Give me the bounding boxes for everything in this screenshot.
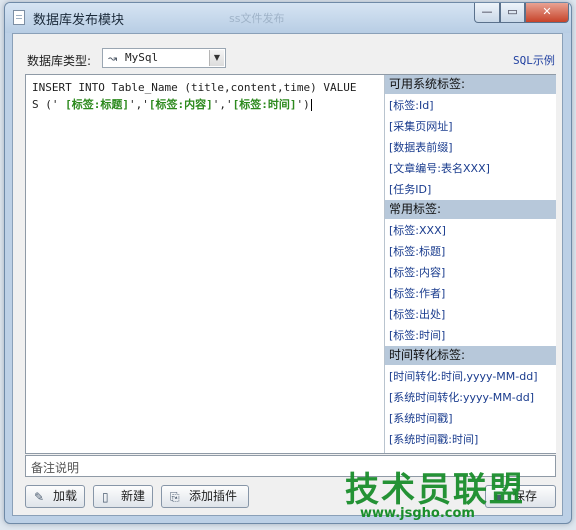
close-button[interactable]: ✕ [525, 3, 569, 23]
tag-list-item[interactable]: [任务ID] [389, 181, 431, 197]
dolphin-icon: ↝ [108, 52, 118, 65]
text-caret [310, 99, 312, 111]
tag-group-header: 常用标签: [385, 200, 556, 219]
publish-module-window: 数据库发布模块 ss文件发布 — ▭ ✕ 数据库类型: ↝ MySql ▼ SQ… [4, 2, 572, 524]
tag-list-item[interactable]: [标签:XXX] [389, 222, 446, 238]
plugin-file-icon: ⎘ [170, 490, 180, 504]
watermark-logo-text: 技术员联盟 [345, 470, 525, 510]
database-type-select[interactable]: ↝ MySql ▼ [102, 48, 226, 68]
sql-text-token: ',' [129, 98, 149, 111]
database-type-value: MySql [125, 51, 159, 64]
tag-list-item[interactable]: [标签:作者] [389, 285, 445, 301]
dropdown-arrow-icon[interactable]: ▼ [209, 50, 224, 66]
tag-list-item[interactable]: [标签:出处] [389, 306, 445, 322]
tag-list-item[interactable]: [标签:标题] [389, 243, 445, 259]
sql-text[interactable]: INSERT INTO Table_Name (title,content,ti… [32, 79, 362, 113]
maximize-button[interactable]: ▭ [500, 3, 525, 23]
watermark-url: www.jsgho.com [360, 506, 475, 521]
background-window-title: ss文件发布 [229, 12, 285, 25]
sql-tag-token: [标签:时间] [232, 98, 297, 111]
load-button-label: 加载 [53, 489, 78, 503]
tag-list-item[interactable]: [标签:内容] [389, 264, 445, 280]
tag-list-item[interactable]: [采集页网址] [389, 118, 453, 134]
sql-text-token: ',' [212, 98, 233, 111]
edit-icon: ✎ [34, 490, 45, 504]
load-button[interactable]: ✎ 加载 [25, 485, 85, 508]
window-title: 数据库发布模块 [33, 13, 125, 28]
tag-list-item[interactable]: [系统时间戳:时间] [389, 431, 478, 447]
tag-list-item[interactable]: [文章编号:表名XXX] [389, 160, 490, 176]
sql-tag-token: [标签:内容] [148, 98, 213, 111]
dialog-content: 数据库类型: ↝ MySql ▼ SQL示例 INSERT INTO Table… [12, 33, 563, 516]
tag-list-item[interactable]: [标签:时间] [389, 327, 445, 343]
database-type-label: 数据库类型: [27, 54, 92, 68]
tag-list-item[interactable]: [标签:Id] [389, 97, 434, 113]
tag-list-item[interactable]: [时间转化:时间,yyyy-MM-dd] [389, 368, 538, 384]
sql-editor[interactable]: INSERT INTO Table_Name (title,content,ti… [25, 74, 556, 454]
new-button-label: 新建 [121, 489, 146, 503]
remark-placeholder: 备注说明 [31, 461, 80, 475]
tag-list-panel[interactable]: 可用系统标签: [标签:Id] [采集页网址] [数据表前缀] [文章编号:表名XXX]… [384, 75, 556, 453]
tag-group-header: 可用系统标签: [385, 75, 556, 94]
sql-text-token: ') [296, 98, 310, 111]
sql-example-link[interactable]: SQL示例 [513, 52, 555, 68]
tag-list-item[interactable]: [系统时间戳] [389, 410, 453, 426]
title-bar[interactable]: 数据库发布模块 ss文件发布 — ▭ ✕ [5, 3, 571, 33]
tag-list-item[interactable]: [系统时间转化:yyyy-MM-dd] [389, 389, 534, 405]
sql-tag-token: [标签:标题] [65, 98, 129, 111]
add-plugin-button-label: 添加插件 [189, 489, 238, 503]
add-plugin-button[interactable]: ⎘ 添加插件 [161, 485, 249, 508]
new-button[interactable]: ▯ 新建 [93, 485, 153, 508]
minimize-button[interactable]: — [474, 3, 500, 23]
new-file-icon: ▯ [102, 490, 109, 504]
app-document-icon [13, 10, 25, 25]
tag-group-header: 时间转化标签: [385, 346, 556, 365]
tag-list-item[interactable]: [数据表前缀] [389, 139, 453, 155]
